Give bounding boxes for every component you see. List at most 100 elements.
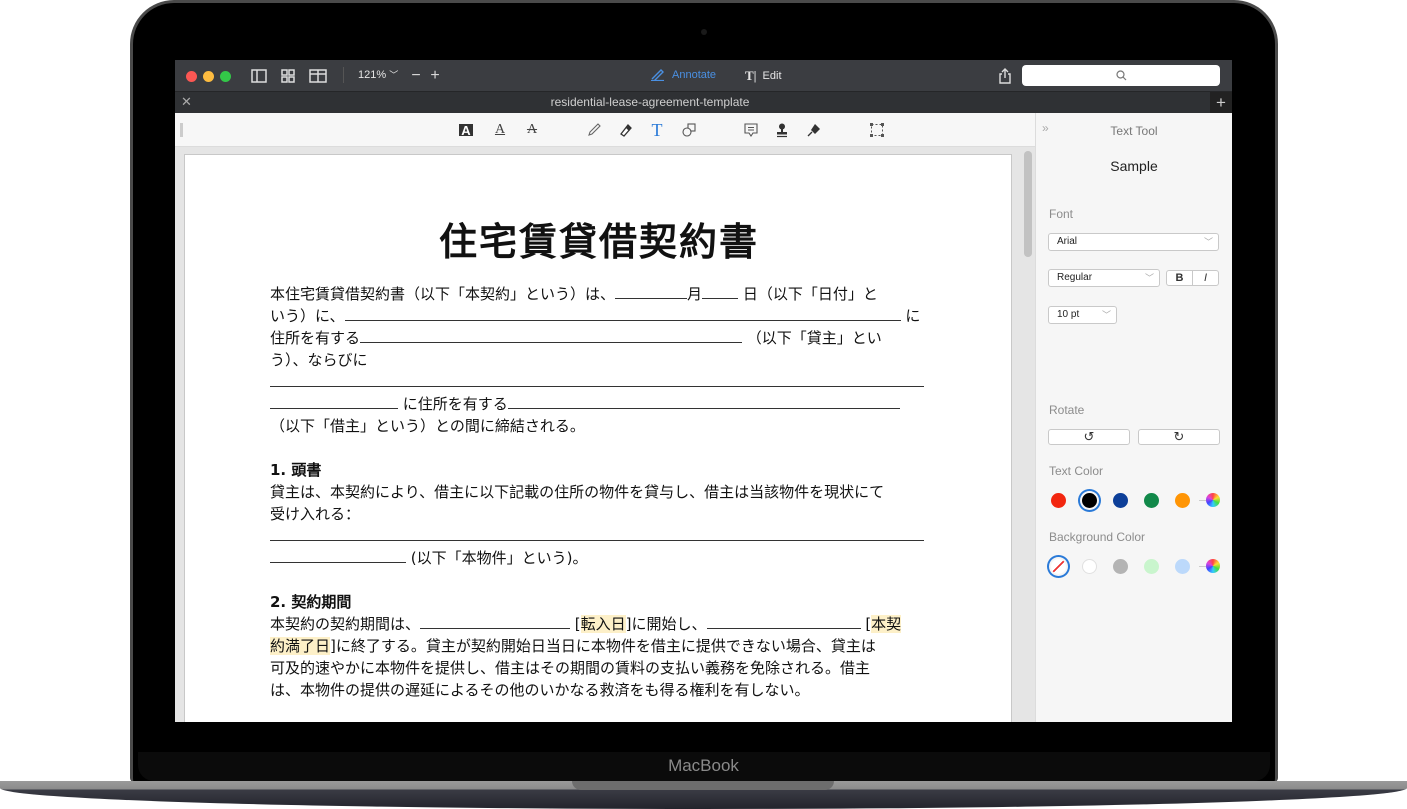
font-style-value: Regular xyxy=(1057,272,1093,283)
section-1: 1. 頭書 貸主は、本契約により、借主に以下記載の住所の物件を貸与し、借主は当該… xyxy=(270,459,930,569)
toolbar-separator xyxy=(343,67,344,83)
rotate-label: Rotate xyxy=(1049,403,1085,417)
section-2: 2. 契約期間 本契約の契約期間は、 [転入日]に開始し、 [本契 約満了日]に… xyxy=(270,591,930,701)
text-tool-icon[interactable]: T xyxy=(648,120,666,140)
close-window-button[interactable] xyxy=(186,71,197,82)
text-line: 貸主は、本契約により、借主に以下記載の住所の物件を貸与し、借主は当該物件を現状に… xyxy=(270,483,885,501)
intro-paragraph: 本住宅賃貸借契約書（以下「本契約」という）は、 月 日（以下「日付」と いう）に、… xyxy=(270,283,930,437)
highlighted-field[interactable]: 約満了日 xyxy=(270,637,331,655)
selection-icon[interactable] xyxy=(868,121,886,139)
text-run: （以下「貸主」とい xyxy=(746,329,882,347)
background-color-swatch-none[interactable] xyxy=(1051,559,1066,574)
bold-button[interactable]: B xyxy=(1166,270,1193,286)
text-color-swatch-3[interactable] xyxy=(1144,493,1159,508)
pencil-icon[interactable] xyxy=(585,121,603,139)
tenant-address-blank-2[interactable] xyxy=(270,394,398,409)
chevron-down-icon: ﹀ xyxy=(1101,310,1111,320)
background-color-picker-wheel[interactable] xyxy=(1206,559,1220,573)
rotate-right-icon: ↻ xyxy=(1173,429,1185,444)
chevron-down-icon: ﹀ xyxy=(389,70,399,80)
background-color-swatch-4[interactable] xyxy=(1175,559,1190,574)
end-date-blank[interactable] xyxy=(706,614,861,629)
day-blank[interactable] xyxy=(702,284,739,299)
signature-icon[interactable] xyxy=(805,121,823,139)
text-run: ]に開始し、 xyxy=(625,615,707,633)
italic-button[interactable]: I xyxy=(1192,270,1219,286)
stamp-icon[interactable] xyxy=(773,121,791,139)
document-page: 住宅賃貸借契約書 本住宅賃貸借契約書（以下「本契約」という）は、 月 日（以下「日… xyxy=(184,154,1012,722)
font-label: Font xyxy=(1049,207,1074,221)
minimize-window-button[interactable] xyxy=(203,71,214,82)
zoom-out-icon[interactable]: − xyxy=(407,67,425,84)
toolbar-grip[interactable] xyxy=(180,123,183,137)
tab-bar: ✕ residential-lease-agreement-template + xyxy=(175,91,1232,114)
font-style-select[interactable]: Regular ﹀ xyxy=(1048,269,1160,287)
text-run: 月 xyxy=(687,285,703,303)
thumbnails-icon[interactable] xyxy=(279,68,297,84)
app-window: 121% ﹀ − + Annotate T| Edit ✕ residentia… xyxy=(175,60,1232,722)
eraser-icon[interactable] xyxy=(617,121,635,139)
zoom-level: 121% xyxy=(358,69,387,81)
annotate-mode-button[interactable]: Annotate xyxy=(650,68,716,81)
property-address-blank-2[interactable] xyxy=(270,548,406,563)
background-color-swatch-2[interactable] xyxy=(1113,559,1128,574)
two-page-view-icon[interactable] xyxy=(308,68,328,84)
rotate-left-button[interactable]: ↺ xyxy=(1048,429,1130,445)
shapes-icon[interactable] xyxy=(680,121,698,139)
text-color-swatch-2[interactable] xyxy=(1113,493,1128,508)
highlighted-field[interactable]: 本契 xyxy=(871,615,902,633)
font-family-select[interactable]: Arial ﹀ xyxy=(1048,233,1219,251)
text-run: に住所を有する xyxy=(402,395,508,413)
underline-icon[interactable]: A xyxy=(491,121,509,139)
text-run: ]に終了する。貸主が契約開始日当日に本物件を借主に提供できない場合、貸主は xyxy=(330,637,876,655)
start-date-blank[interactable] xyxy=(420,614,571,629)
background-color-label: Background Color xyxy=(1049,530,1146,544)
font-sample: Sample xyxy=(1110,158,1158,174)
landlord-name-blank[interactable] xyxy=(360,328,743,343)
background-color-swatch-1[interactable] xyxy=(1082,559,1097,574)
month-blank[interactable] xyxy=(615,284,688,299)
rotate-right-button[interactable]: ↻ xyxy=(1138,429,1220,445)
rotate-left-icon: ↺ xyxy=(1083,429,1095,444)
highlighted-field[interactable]: 転入日 xyxy=(580,615,626,633)
sidebar-toggle-icon[interactable] xyxy=(250,68,268,84)
zoom-dropdown[interactable]: 121% ﹀ xyxy=(358,68,398,81)
text-color-swatch-1[interactable] xyxy=(1082,493,1097,508)
edit-mode-button[interactable]: T| Edit xyxy=(745,68,782,84)
search-input[interactable] xyxy=(1022,65,1220,86)
text-color-label: Text Color xyxy=(1049,464,1104,478)
text-run: う）、ならびに xyxy=(270,351,368,369)
landlord-address-blank[interactable] xyxy=(344,306,901,321)
document-title: 住宅賃貸借契約書 xyxy=(438,220,759,264)
text-run: いう）に、 xyxy=(270,307,345,325)
laptop-notch xyxy=(572,781,834,790)
pen-icon xyxy=(651,69,664,81)
strikethrough-icon[interactable]: A xyxy=(523,121,541,139)
camera xyxy=(701,29,707,35)
new-tab-button[interactable]: + xyxy=(1210,92,1232,114)
zoom-in-icon[interactable]: + xyxy=(426,67,444,84)
note-icon[interactable] xyxy=(742,121,760,139)
text-color-swatch-0[interactable] xyxy=(1051,493,1066,508)
text-run: (以下「本物件」という)。 xyxy=(410,549,588,567)
color-picker-wheel[interactable] xyxy=(1206,493,1220,507)
text-run: 日（以下「日付」と xyxy=(742,285,878,303)
property-address-blank[interactable] xyxy=(270,526,924,541)
text-highlight-icon[interactable]: A xyxy=(459,123,473,138)
share-icon[interactable] xyxy=(996,68,1014,84)
annotation-toolbar: A A A T xyxy=(175,113,1035,147)
tenant-name-blank[interactable] xyxy=(507,394,900,409)
background-color-swatch-3[interactable] xyxy=(1144,559,1159,574)
font-size-value: 10 pt xyxy=(1057,309,1080,320)
text-color-swatch-4[interactable] xyxy=(1175,493,1190,508)
maximize-window-button[interactable] xyxy=(220,71,231,82)
text-run: （以下「借主」という）との間に締結される。 xyxy=(270,417,585,435)
edit-label: Edit xyxy=(762,70,782,82)
laptop-mockup: MacBook 121% ﹀ − + Annotate T| Edit ✕ re… xyxy=(0,0,1407,809)
tenant-address-blank[interactable] xyxy=(270,372,924,387)
text-line: は、本物件の提供の遅延によるその他のいかなる救済をも得る権利を有しない。 xyxy=(270,681,810,699)
text-run: [ xyxy=(574,615,581,633)
font-size-select[interactable]: 10 pt ﹀ xyxy=(1048,306,1117,324)
tab-document[interactable]: residential-lease-agreement-template xyxy=(175,95,1125,109)
vertical-scrollbar[interactable] xyxy=(1024,151,1032,257)
